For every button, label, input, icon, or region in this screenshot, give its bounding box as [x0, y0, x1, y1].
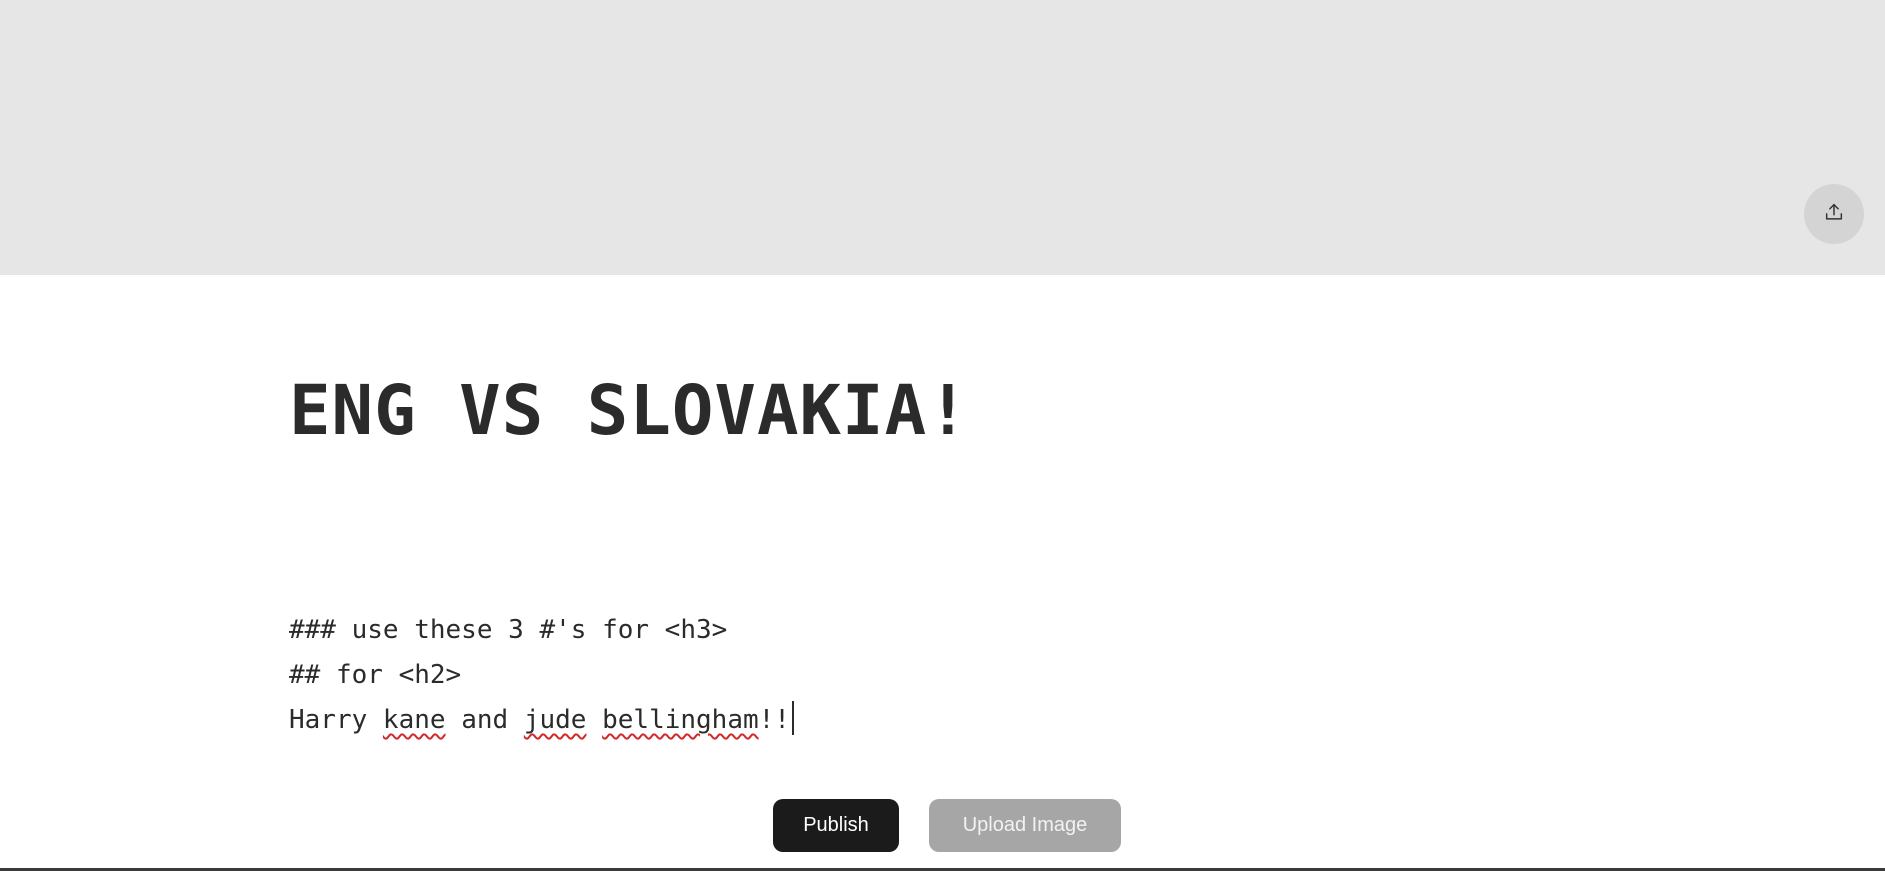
publish-button[interactable]: Publish: [773, 799, 899, 852]
text-segment: Harry: [289, 705, 383, 735]
upload-image-button[interactable]: Upload Image: [929, 799, 1121, 852]
text-caret: [791, 701, 794, 735]
editor-line: Harry kane and jude bellingham!!: [289, 698, 1389, 743]
misspelled-word: bellingham: [602, 705, 759, 735]
text-segment: [586, 705, 602, 735]
upload-icon: [1823, 201, 1845, 227]
cover-upload-button[interactable]: [1804, 184, 1864, 244]
text-segment: ## for <h2>: [289, 660, 462, 690]
misspelled-word: kane: [382, 705, 446, 735]
cover-image-area[interactable]: [0, 0, 1885, 275]
text-segment: and: [445, 705, 524, 735]
editor-line: ## for <h2>: [289, 653, 1389, 698]
misspelled-word: jude: [523, 705, 587, 735]
text-segment: ### use these 3 #'s for <h3>: [289, 615, 728, 645]
editor-line: ### use these 3 #'s for <h3>: [289, 608, 1389, 653]
text-segment: !!: [758, 705, 790, 735]
post-title-input[interactable]: ENG VS SLOVAKIA!: [289, 368, 970, 454]
editor-page: ENG VS SLOVAKIA! ### use these 3 #'s for…: [0, 0, 1885, 871]
post-body-editor[interactable]: ### use these 3 #'s for <h3> ## for <h2> H…: [289, 608, 1389, 743]
action-bar: Publish Upload Image: [773, 799, 1121, 852]
